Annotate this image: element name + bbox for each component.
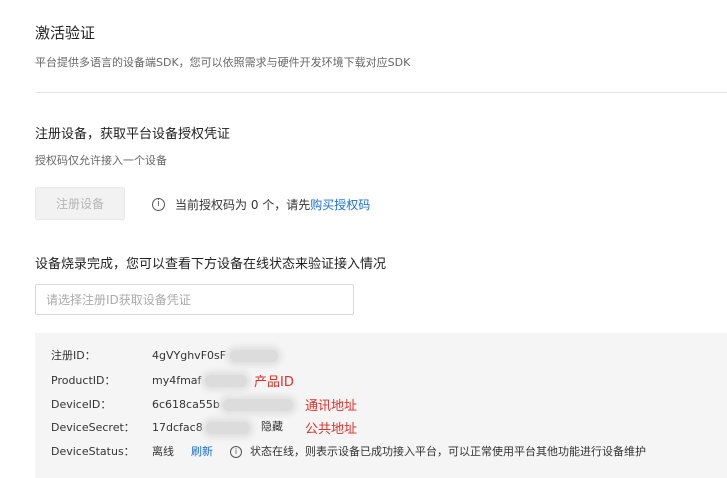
- redaction-blur: [204, 375, 247, 387]
- status-note: 状态在线，则表示设备已成功接入平台，可以正常使用平台其他功能进行设备维护: [250, 445, 646, 458]
- info-circle-icon: i: [152, 198, 165, 211]
- credentials-panel: 注册ID： 4gVYghvF0sF ProductID： my4fmaf 产品I…: [35, 333, 727, 478]
- license-info-text: 当前授权码为 0 个，请先: [175, 198, 311, 212]
- refresh-link[interactable]: 刷新: [191, 444, 213, 460]
- redaction-blur: [206, 422, 251, 434]
- verify-title: 设备烧录完成，您可以查看下方设备在线状态来验证接入情况: [35, 257, 387, 272]
- register-title: 注册设备，获取平台设备授权凭证: [35, 127, 231, 142]
- device-id-annotation: 通讯地址: [305, 399, 358, 414]
- product-id-label: ProductID：: [51, 374, 116, 387]
- device-id-label: DeviceID：: [51, 398, 112, 411]
- device-secret-value: 17dcfac8: [152, 421, 203, 434]
- product-id-annotation: 产品ID: [254, 375, 294, 390]
- device-status-label: DeviceStatus：: [51, 445, 135, 458]
- device-id-value: 6c618ca55b: [152, 398, 220, 411]
- redaction-blur: [229, 350, 278, 362]
- register-description: 授权码仅允许接入一个设备: [35, 154, 167, 167]
- redaction-blur: [223, 399, 294, 411]
- buy-license-link[interactable]: 购买授权码: [310, 196, 370, 213]
- device-secret-annotation: 公共地址: [305, 422, 358, 437]
- registration-id-label: 注册ID：: [51, 349, 96, 362]
- registration-id-select[interactable]: [35, 284, 354, 315]
- info-circle-icon: i: [230, 446, 242, 458]
- license-info: i 当前授权码为 0 个，请先 购买授权码: [152, 196, 370, 213]
- registration-id-value: 4gVYghvF0sF: [152, 349, 227, 362]
- device-status-value: 离线: [152, 445, 174, 458]
- activation-page: 激活验证 平台提供多语言的设备端SDK，您可以依照需求与硬件开发环境下载对应SD…: [0, 0, 727, 478]
- hide-secret-link[interactable]: 隐藏: [261, 419, 283, 435]
- device-secret-label: DeviceSecret：: [51, 421, 135, 434]
- register-device-button[interactable]: 注册设备: [35, 187, 125, 220]
- page-description: 平台提供多语言的设备端SDK，您可以依照需求与硬件开发环境下载对应SDK: [35, 56, 411, 69]
- product-id-value: my4fmaf: [152, 374, 202, 387]
- divider: [35, 92, 727, 93]
- page-title: 激活验证: [35, 24, 96, 42]
- device-status-row: DeviceStatus： 离线 刷新 i 状态在线，则表示设备已成功接入平台，…: [51, 444, 727, 460]
